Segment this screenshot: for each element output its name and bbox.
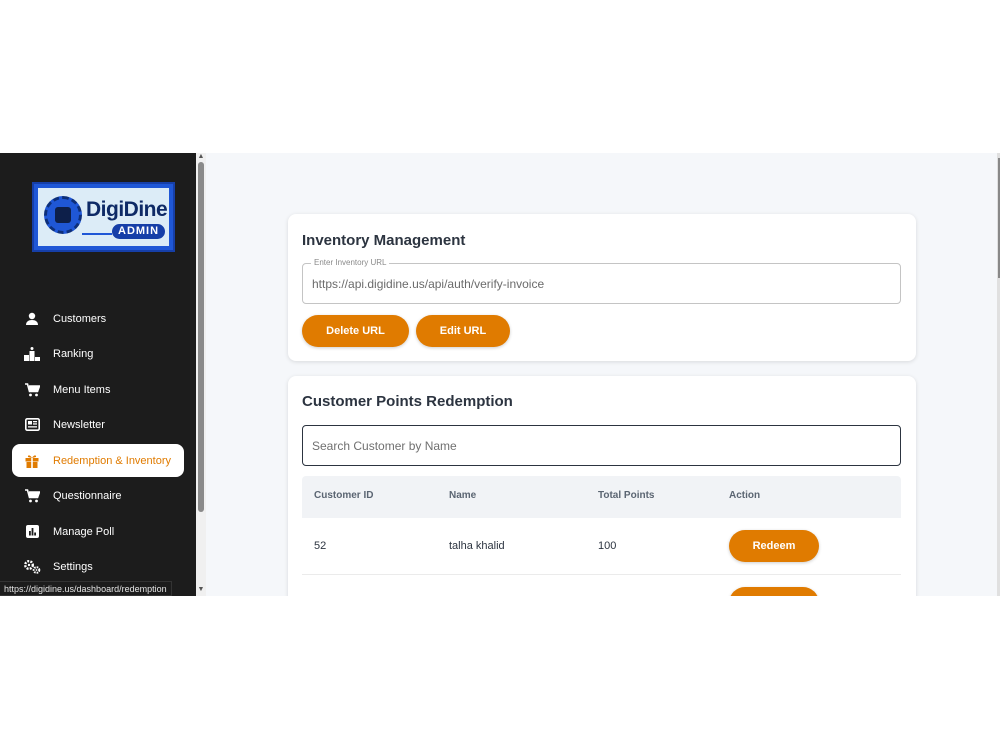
poll-icon [21,525,43,538]
logo-brand-text: DigiDine [86,198,168,221]
app-viewport: DigiDine ADMIN Customers Ranking Menu It… [0,153,1000,596]
gears-icon [21,559,43,574]
sidebar-item-newsletter[interactable]: Newsletter [12,408,184,441]
sidebar-item-manage-poll[interactable]: Manage Poll [12,515,184,548]
cart-icon [21,382,43,397]
sidebar-item-questionnaire[interactable]: Questionnaire [12,479,184,512]
column-header-customer-id: Customer ID [314,490,374,501]
column-header-action: Action [729,490,761,501]
inventory-url-field[interactable]: Enter Inventory URL [302,258,901,304]
sidebar-item-menu-items[interactable]: Menu Items [12,373,184,406]
customer-search-input[interactable] [312,426,892,465]
redemption-title: Customer Points Redemption [302,393,513,410]
sidebar-item-customers[interactable]: Customers [12,302,184,335]
sidebar-scrollbar-thumb[interactable] [198,162,204,512]
scroll-down-arrow-icon[interactable]: ▼ [197,586,205,594]
edit-url-button[interactable]: Edit URL [416,315,510,347]
gift-icon [21,454,43,468]
circuit-line [82,233,112,235]
cart-icon [21,488,43,503]
inventory-url-input[interactable] [312,264,892,303]
sidebar-item-label: Redemption & Inventory [53,454,172,467]
sidebar-item-label: Settings [53,560,93,573]
cell-name: talha khalid [449,540,505,552]
inventory-title: Inventory Management [302,232,466,249]
sidebar-item-label: Manage Poll [53,525,115,538]
gear-icon [44,196,82,234]
customer-search-field[interactable] [302,425,901,466]
cell-customer-id: 52 [314,540,327,552]
column-header-name: Name [449,490,477,501]
sidebar-item-settings[interactable]: Settings [12,550,184,583]
redeem-button[interactable]: Redeem [729,530,819,562]
sidebar-item-ranking[interactable]: Ranking [12,337,184,370]
digidine-logo[interactable]: DigiDine ADMIN [32,182,175,252]
person-icon [21,312,43,326]
table-row [302,575,901,596]
sidebar-item-label: Menu Items [53,383,111,396]
link-status-bar: https://digidine.us/dashboard/redemption [0,581,172,596]
delete-url-button[interactable]: Delete URL [302,315,409,347]
sidebar-item-label: Ranking [53,347,94,360]
sidebar-item-label: Customers [53,312,107,325]
column-header-total-points: Total Points [598,490,655,501]
sidebar-item-label: Newsletter [53,418,105,431]
table-row: 52 talha khalid 100 Redeem [302,518,901,575]
cell-total-points: 100 [598,540,617,552]
customer-points-redemption-card: Customer Points Redemption Customer ID N… [288,376,916,596]
podium-icon [21,346,43,361]
scroll-up-arrow-icon[interactable]: ▲ [197,153,205,161]
sidebar-item-label: Questionnaire [53,489,122,502]
newspaper-icon [21,418,43,431]
logo-admin-badge: ADMIN [112,224,166,239]
sidebar-item-redemption-inventory[interactable]: Redemption & Inventory [12,444,184,477]
redeem-button[interactable] [729,587,819,596]
table-header: Customer ID Name Total Points Action [302,476,901,518]
sidebar: DigiDine ADMIN Customers Ranking Menu It… [0,153,196,596]
inventory-management-card: Inventory Management Enter Inventory URL… [288,214,916,361]
